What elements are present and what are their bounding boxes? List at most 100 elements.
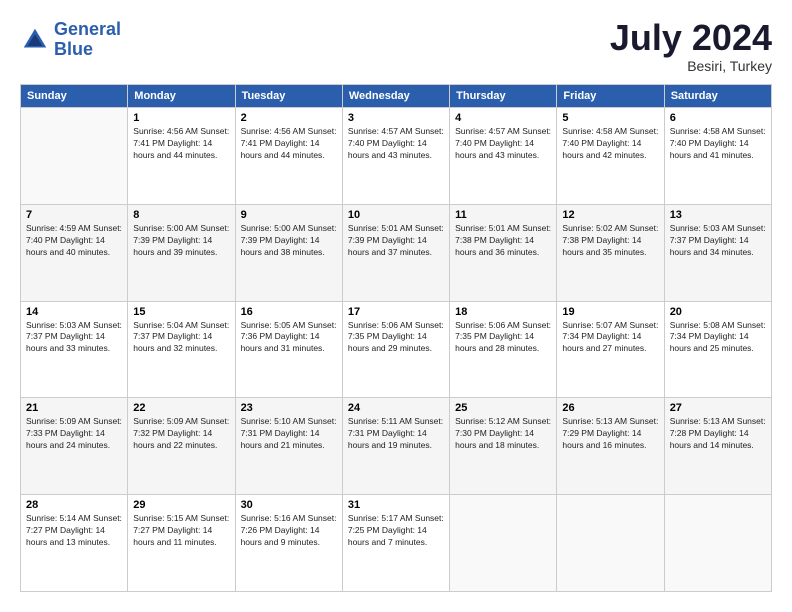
table-row: 11 Sunrise: 5:01 AM Sunset: 7:38 PM Dayli… xyxy=(450,204,557,301)
day-info: Sunrise: 5:06 AM Sunset: 7:35 PM Dayligh… xyxy=(348,320,444,356)
day-info: Sunrise: 5:01 AM Sunset: 7:38 PM Dayligh… xyxy=(455,223,551,259)
day-info: Sunrise: 5:05 AM Sunset: 7:36 PM Dayligh… xyxy=(241,320,337,356)
day-number: 31 xyxy=(348,499,444,511)
day-number: 3 xyxy=(348,112,444,124)
day-info: Sunrise: 5:03 AM Sunset: 7:37 PM Dayligh… xyxy=(26,320,122,356)
day-number: 22 xyxy=(133,402,229,414)
day-number: 17 xyxy=(348,306,444,318)
day-info: Sunrise: 4:59 AM Sunset: 7:40 PM Dayligh… xyxy=(26,223,122,259)
table-row: 21Sunrise: 5:09 AM Sunset: 7:33 PM Dayli… xyxy=(21,398,128,495)
day-number: 10 xyxy=(348,209,444,221)
table-row: 3 Sunrise: 4:57 AM Sunset: 7:40 PM Daylig… xyxy=(342,108,449,205)
calendar-week-row: 21Sunrise: 5:09 AM Sunset: 7:33 PM Dayli… xyxy=(21,398,772,495)
day-info: Sunrise: 5:04 AM Sunset: 7:37 PM Dayligh… xyxy=(133,320,229,356)
day-info: Sunrise: 5:06 AM Sunset: 7:35 PM Dayligh… xyxy=(455,320,551,356)
day-number: 4 xyxy=(455,112,551,124)
day-info: Sunrise: 5:00 AM Sunset: 7:39 PM Dayligh… xyxy=(133,223,229,259)
table-row: 14 Sunrise: 5:03 AM Sunset: 7:37 PM Dayli… xyxy=(21,301,128,398)
table-row: 16 Sunrise: 5:05 AM Sunset: 7:36 PM Dayli… xyxy=(235,301,342,398)
day-number: 12 xyxy=(562,209,658,221)
calendar-week-row: 14 Sunrise: 5:03 AM Sunset: 7:37 PM Dayli… xyxy=(21,301,772,398)
day-number: 6 xyxy=(670,112,766,124)
table-row: 6 Sunrise: 4:58 AM Sunset: 7:40 PM Daylig… xyxy=(664,108,771,205)
day-info: Sunrise: 4:57 AM Sunset: 7:40 PM Dayligh… xyxy=(455,126,551,162)
logo-line2: Blue xyxy=(54,39,93,59)
table-row xyxy=(557,495,664,592)
day-number: 5 xyxy=(562,112,658,124)
table-row: 15Sunrise: 5:04 AM Sunset: 7:37 PM Dayli… xyxy=(128,301,235,398)
title-block: July 2024 Besiri, Turkey xyxy=(610,20,772,74)
table-row: 12 Sunrise: 5:02 AM Sunset: 7:38 PM Dayli… xyxy=(557,204,664,301)
table-row: 22 Sunrise: 5:09 AM Sunset: 7:32 PM Dayli… xyxy=(128,398,235,495)
calendar-week-row: 7 Sunrise: 4:59 AM Sunset: 7:40 PM Daylig… xyxy=(21,204,772,301)
day-number: 21 xyxy=(26,402,122,414)
logo-line1: General xyxy=(54,19,121,39)
table-row: 29Sunrise: 5:15 AM Sunset: 7:27 PM Dayli… xyxy=(128,495,235,592)
logo-text: General Blue xyxy=(54,20,121,60)
table-row xyxy=(664,495,771,592)
day-info: Sunrise: 5:13 AM Sunset: 7:28 PM Dayligh… xyxy=(670,416,766,452)
table-row: 7 Sunrise: 4:59 AM Sunset: 7:40 PM Daylig… xyxy=(21,204,128,301)
day-info: Sunrise: 5:12 AM Sunset: 7:30 PM Dayligh… xyxy=(455,416,551,452)
day-info: Sunrise: 5:02 AM Sunset: 7:38 PM Dayligh… xyxy=(562,223,658,259)
day-number: 30 xyxy=(241,499,337,511)
table-row: 13 Sunrise: 5:03 AM Sunset: 7:37 PM Dayli… xyxy=(664,204,771,301)
day-info: Sunrise: 5:14 AM Sunset: 7:27 PM Dayligh… xyxy=(26,513,122,549)
col-wednesday: Wednesday xyxy=(342,85,449,108)
day-info: Sunrise: 5:07 AM Sunset: 7:34 PM Dayligh… xyxy=(562,320,658,356)
day-number: 8 xyxy=(133,209,229,221)
day-info: Sunrise: 5:00 AM Sunset: 7:39 PM Dayligh… xyxy=(241,223,337,259)
day-info: Sunrise: 5:15 AM Sunset: 7:27 PM Dayligh… xyxy=(133,513,229,549)
table-row xyxy=(450,495,557,592)
day-number: 14 xyxy=(26,306,122,318)
table-row: 28Sunrise: 5:14 AM Sunset: 7:27 PM Dayli… xyxy=(21,495,128,592)
header: General Blue July 2024 Besiri, Turkey xyxy=(20,20,772,74)
calendar-week-row: 28Sunrise: 5:14 AM Sunset: 7:27 PM Dayli… xyxy=(21,495,772,592)
day-info: Sunrise: 4:58 AM Sunset: 7:40 PM Dayligh… xyxy=(562,126,658,162)
day-number: 13 xyxy=(670,209,766,221)
day-number: 23 xyxy=(241,402,337,414)
day-number: 16 xyxy=(241,306,337,318)
table-row: 30 Sunrise: 5:16 AM Sunset: 7:26 PM Dayli… xyxy=(235,495,342,592)
day-info: Sunrise: 5:08 AM Sunset: 7:34 PM Dayligh… xyxy=(670,320,766,356)
table-row: 4 Sunrise: 4:57 AM Sunset: 7:40 PM Daylig… xyxy=(450,108,557,205)
table-row: 26Sunrise: 5:13 AM Sunset: 7:29 PM Dayli… xyxy=(557,398,664,495)
day-number: 27 xyxy=(670,402,766,414)
day-number: 26 xyxy=(562,402,658,414)
day-number: 7 xyxy=(26,209,122,221)
col-monday: Monday xyxy=(128,85,235,108)
table-row: 2 Sunrise: 4:56 AM Sunset: 7:41 PM Daylig… xyxy=(235,108,342,205)
calendar-body: 1 Sunrise: 4:56 AM Sunset: 7:41 PM Daylig… xyxy=(21,108,772,592)
month-title: July 2024 xyxy=(610,20,772,56)
col-tuesday: Tuesday xyxy=(235,85,342,108)
table-row: 1 Sunrise: 4:56 AM Sunset: 7:41 PM Daylig… xyxy=(128,108,235,205)
day-number: 24 xyxy=(348,402,444,414)
day-info: Sunrise: 5:16 AM Sunset: 7:26 PM Dayligh… xyxy=(241,513,337,549)
day-info: Sunrise: 4:56 AM Sunset: 7:41 PM Dayligh… xyxy=(133,126,229,162)
table-row: 9Sunrise: 5:00 AM Sunset: 7:39 PM Daylig… xyxy=(235,204,342,301)
table-row: 25 Sunrise: 5:12 AM Sunset: 7:30 PM Dayli… xyxy=(450,398,557,495)
table-row: 31Sunrise: 5:17 AM Sunset: 7:25 PM Dayli… xyxy=(342,495,449,592)
col-thursday: Thursday xyxy=(450,85,557,108)
table-row: 23 Sunrise: 5:10 AM Sunset: 7:31 PM Dayli… xyxy=(235,398,342,495)
table-row: 20 Sunrise: 5:08 AM Sunset: 7:34 PM Dayli… xyxy=(664,301,771,398)
day-number: 2 xyxy=(241,112,337,124)
day-info: Sunrise: 5:03 AM Sunset: 7:37 PM Dayligh… xyxy=(670,223,766,259)
day-info: Sunrise: 4:56 AM Sunset: 7:41 PM Dayligh… xyxy=(241,126,337,162)
day-info: Sunrise: 5:10 AM Sunset: 7:31 PM Dayligh… xyxy=(241,416,337,452)
day-info: Sunrise: 4:58 AM Sunset: 7:40 PM Dayligh… xyxy=(670,126,766,162)
table-row: 19Sunrise: 5:07 AM Sunset: 7:34 PM Dayli… xyxy=(557,301,664,398)
calendar-header-row: Sunday Monday Tuesday Wednesday Thursday… xyxy=(21,85,772,108)
day-number: 25 xyxy=(455,402,551,414)
logo: General Blue xyxy=(20,20,121,60)
day-info: Sunrise: 5:09 AM Sunset: 7:32 PM Dayligh… xyxy=(133,416,229,452)
day-number: 20 xyxy=(670,306,766,318)
col-saturday: Saturday xyxy=(664,85,771,108)
calendar-page: General Blue July 2024 Besiri, Turkey Su… xyxy=(0,0,792,612)
table-row: 17 Sunrise: 5:06 AM Sunset: 7:35 PM Dayli… xyxy=(342,301,449,398)
table-row: 18Sunrise: 5:06 AM Sunset: 7:35 PM Dayli… xyxy=(450,301,557,398)
table-row: 10Sunrise: 5:01 AM Sunset: 7:39 PM Dayli… xyxy=(342,204,449,301)
day-info: Sunrise: 4:57 AM Sunset: 7:40 PM Dayligh… xyxy=(348,126,444,162)
day-number: 11 xyxy=(455,209,551,221)
day-number: 1 xyxy=(133,112,229,124)
